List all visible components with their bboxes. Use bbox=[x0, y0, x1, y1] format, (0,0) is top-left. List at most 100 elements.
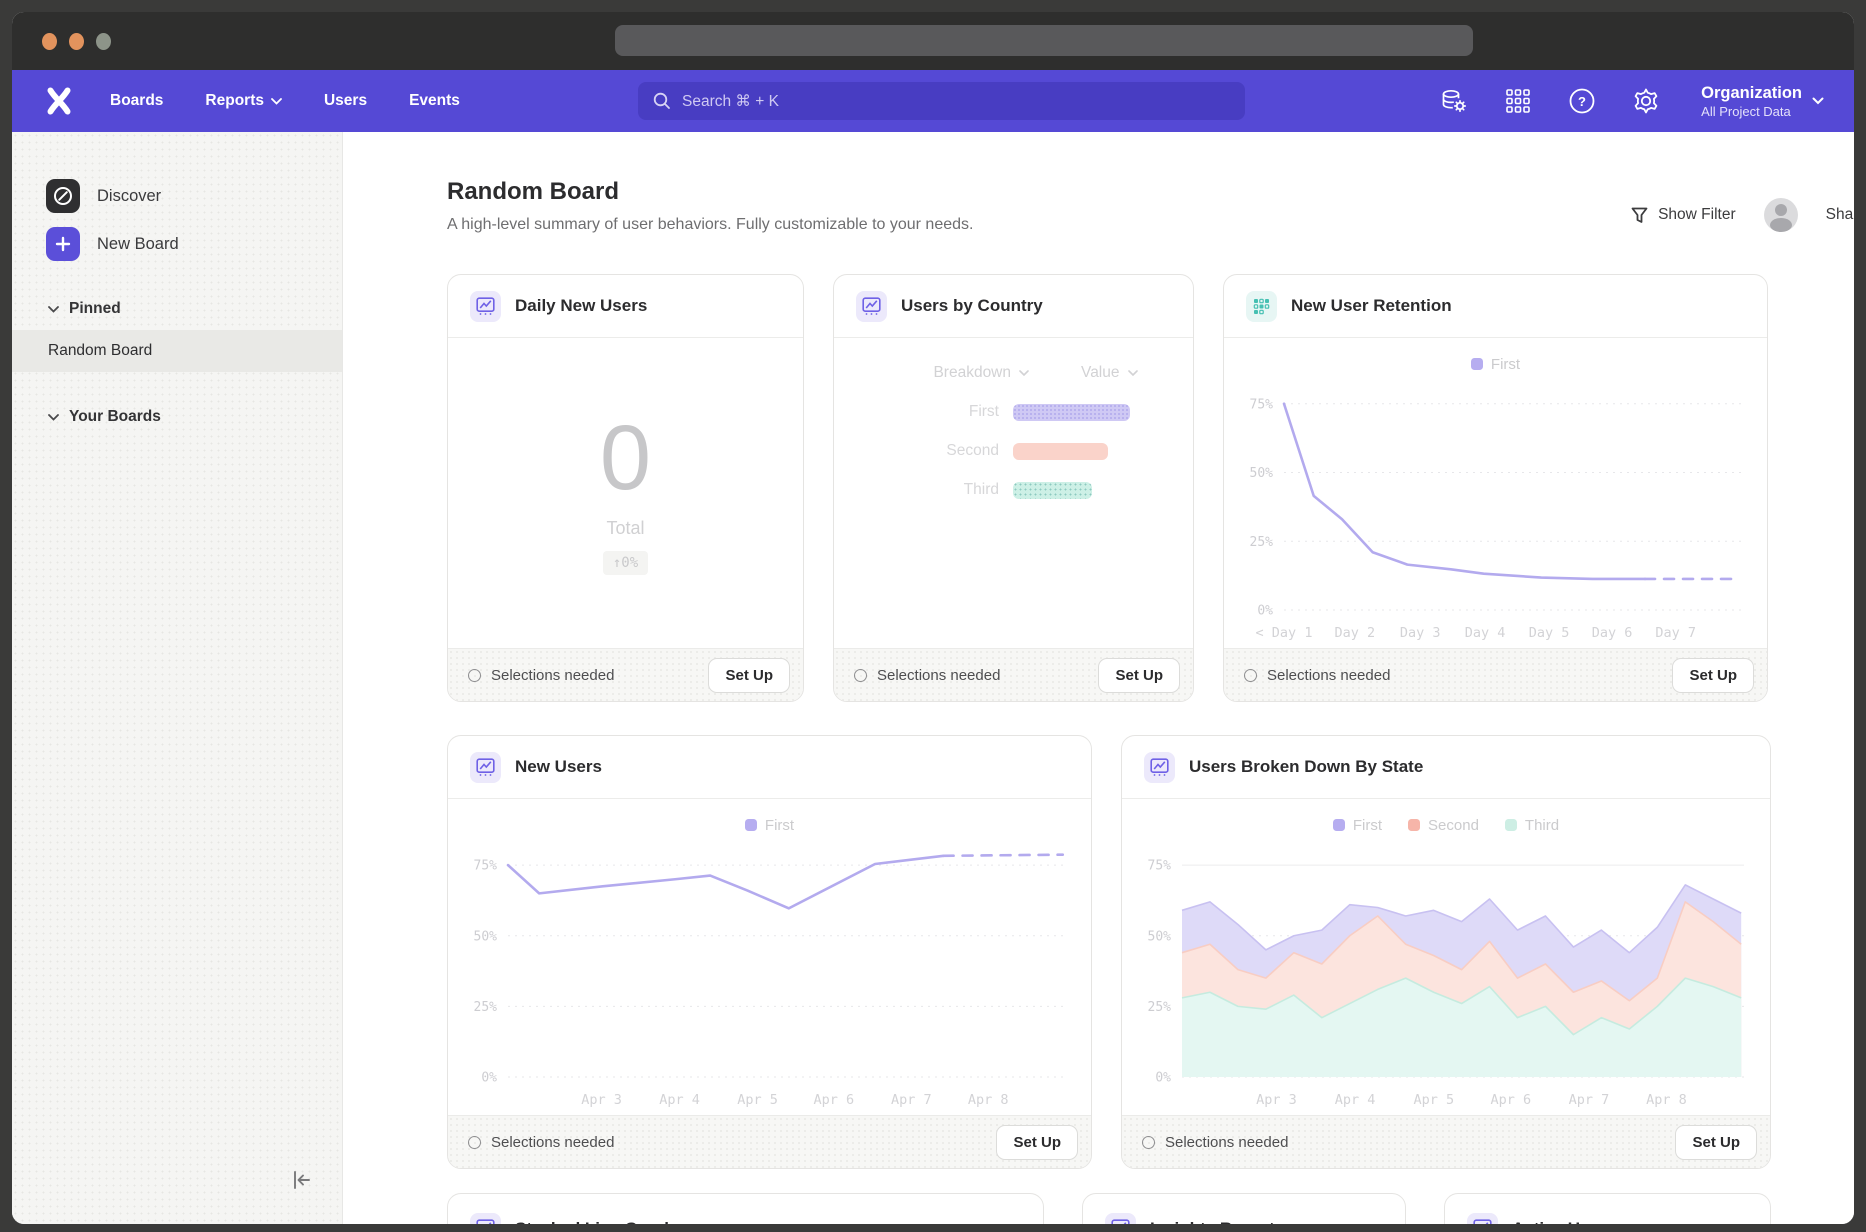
nav-right: ? Organization All Project Data bbox=[1439, 83, 1824, 119]
search-placeholder: Search ⌘ + K bbox=[682, 92, 779, 111]
legend-item: First bbox=[745, 817, 794, 834]
settings-gear-icon[interactable] bbox=[1631, 86, 1661, 116]
compass-icon bbox=[46, 179, 80, 213]
search-input[interactable]: Search ⌘ + K bbox=[638, 82, 1245, 120]
share-button[interactable]: Share bbox=[1826, 206, 1854, 224]
value-dropdown[interactable]: Value bbox=[1081, 364, 1138, 382]
bar-third bbox=[1013, 482, 1092, 499]
card-title: New User Retention bbox=[1291, 296, 1452, 316]
card-title: Insights Report bbox=[1150, 1219, 1275, 1225]
avatar[interactable] bbox=[1764, 198, 1798, 232]
org-switcher[interactable]: Organization All Project Data bbox=[1701, 83, 1824, 119]
org-name: Organization bbox=[1701, 83, 1802, 104]
setup-button[interactable]: Set Up bbox=[1098, 658, 1180, 693]
apps-grid-icon[interactable] bbox=[1503, 86, 1533, 116]
close-window-button[interactable] bbox=[42, 33, 57, 50]
card-title: Daily New Users bbox=[515, 296, 647, 316]
line-chart-icon bbox=[470, 752, 501, 783]
svg-text:25%: 25% bbox=[1148, 1000, 1172, 1015]
sidebar-item-discover[interactable]: Discover bbox=[12, 176, 342, 216]
metric-delta-badge: ↑0% bbox=[603, 551, 648, 575]
show-filter-button[interactable]: Show Filter bbox=[1630, 206, 1736, 225]
sidebar-item-label: Discover bbox=[97, 187, 161, 206]
line-chart-icon bbox=[470, 1213, 501, 1224]
selections-needed-status: Selections needed bbox=[1142, 1134, 1288, 1151]
svg-text:75%: 75% bbox=[1148, 859, 1172, 874]
card-insights-report: Insights Report bbox=[1082, 1193, 1406, 1224]
legend-item: First bbox=[1471, 356, 1520, 373]
line-chart-icon bbox=[1144, 752, 1175, 783]
selections-needed-status: Selections needed bbox=[468, 667, 614, 684]
svg-text:0%: 0% bbox=[481, 1071, 497, 1086]
card-title: Stacked Line Graph bbox=[515, 1219, 675, 1225]
nav-item-boards[interactable]: Boards bbox=[110, 92, 163, 110]
browser-window: Boards Reports Users Events Search ⌘ + K bbox=[12, 12, 1854, 1224]
sidebar-item-random-board[interactable]: Random Board bbox=[12, 330, 342, 372]
card-active-users: Active Users bbox=[1444, 1193, 1771, 1224]
data-management-icon[interactable] bbox=[1439, 86, 1469, 116]
radio-empty-icon bbox=[468, 1136, 481, 1149]
line-chart-icon bbox=[1105, 1213, 1136, 1224]
page-description: A high-level summary of user behaviors. … bbox=[447, 216, 973, 234]
svg-text:Apr 8: Apr 8 bbox=[968, 1092, 1009, 1108]
nav-item-reports[interactable]: Reports bbox=[205, 92, 282, 110]
page-title: Random Board bbox=[447, 178, 973, 206]
radio-empty-icon bbox=[1142, 1136, 1155, 1149]
metric-label: Total bbox=[606, 518, 644, 539]
legend-swatch bbox=[1333, 819, 1345, 831]
svg-text:Day 5: Day 5 bbox=[1529, 625, 1570, 641]
nav-item-events[interactable]: Events bbox=[409, 92, 460, 110]
metric-value: 0 bbox=[600, 412, 651, 504]
card-users-by-country: Users by Country Breakdown Value bbox=[833, 274, 1194, 702]
retention-chart: 75%50%25%0%< Day 1Day 2Day 3Day 4Day 5Da… bbox=[1232, 378, 1757, 646]
card-title: Active Users bbox=[1512, 1219, 1615, 1225]
setup-button[interactable]: Set Up bbox=[1672, 658, 1754, 693]
selections-needed-status: Selections needed bbox=[854, 667, 1000, 684]
svg-text:Apr 7: Apr 7 bbox=[891, 1092, 932, 1108]
zoom-window-button[interactable] bbox=[96, 33, 111, 50]
radio-empty-icon bbox=[468, 669, 481, 682]
svg-text:0%: 0% bbox=[1257, 604, 1273, 619]
new_users-chart: 75%50%25%0%Apr 3Apr 4Apr 5Apr 6Apr 7Apr … bbox=[456, 839, 1081, 1113]
window-titlebar bbox=[12, 12, 1854, 70]
svg-text:50%: 50% bbox=[474, 929, 498, 944]
sidebar-collapse-button[interactable] bbox=[288, 1167, 314, 1198]
help-icon[interactable]: ? bbox=[1567, 86, 1597, 116]
search-icon bbox=[652, 91, 672, 111]
nav-item-users[interactable]: Users bbox=[324, 92, 367, 110]
chevron-down-icon bbox=[1812, 97, 1824, 105]
svg-text:Apr 6: Apr 6 bbox=[1490, 1092, 1531, 1108]
board-main: Random Board A high-level summary of use… bbox=[343, 132, 1854, 1224]
mixpanel-logo-icon[interactable] bbox=[42, 84, 76, 118]
chart-legend: First bbox=[1224, 354, 1767, 374]
setup-button[interactable]: Set Up bbox=[1675, 1125, 1757, 1160]
line-chart-icon bbox=[856, 291, 887, 322]
new-users-chart-area: 75%50%25%0%Apr 3Apr 4Apr 5Apr 6Apr 7Apr … bbox=[456, 839, 1081, 1113]
nav-items: Boards Reports Users Events bbox=[110, 92, 460, 110]
setup-button[interactable]: Set Up bbox=[996, 1125, 1078, 1160]
selections-needed-status: Selections needed bbox=[1244, 667, 1390, 684]
legend-swatch bbox=[1505, 819, 1517, 831]
sidebar-section-pinned[interactable]: Pinned bbox=[12, 292, 342, 326]
breakdown-dropdown[interactable]: Breakdown bbox=[834, 364, 1029, 382]
chevron-down-icon bbox=[48, 306, 59, 313]
svg-text:0%: 0% bbox=[1155, 1071, 1171, 1086]
svg-text:Day 6: Day 6 bbox=[1592, 625, 1633, 641]
card-new-users: New Users First 75%50%25%0%Apr 3Apr 4Apr… bbox=[447, 735, 1092, 1169]
setup-button[interactable]: Set Up bbox=[708, 658, 790, 693]
traffic-lights bbox=[42, 33, 111, 50]
url-bar[interactable] bbox=[615, 25, 1473, 56]
svg-text:25%: 25% bbox=[1250, 535, 1274, 550]
svg-text:Day 4: Day 4 bbox=[1465, 625, 1506, 641]
chevron-down-icon bbox=[1128, 370, 1138, 376]
chevron-down-icon bbox=[271, 98, 282, 105]
card-daily-new-users: Daily New Users 0 Total ↑0% Selections n… bbox=[447, 274, 804, 702]
svg-text:Apr 8: Apr 8 bbox=[1646, 1092, 1687, 1108]
legend-swatch bbox=[1408, 819, 1420, 831]
plus-icon bbox=[46, 227, 80, 261]
sidebar-section-your-boards[interactable]: Your Boards bbox=[12, 400, 342, 434]
svg-text:?: ? bbox=[1578, 94, 1586, 109]
chevron-down-icon bbox=[48, 414, 59, 421]
minimize-window-button[interactable] bbox=[69, 33, 84, 50]
sidebar-item-new-board[interactable]: New Board bbox=[12, 224, 342, 264]
